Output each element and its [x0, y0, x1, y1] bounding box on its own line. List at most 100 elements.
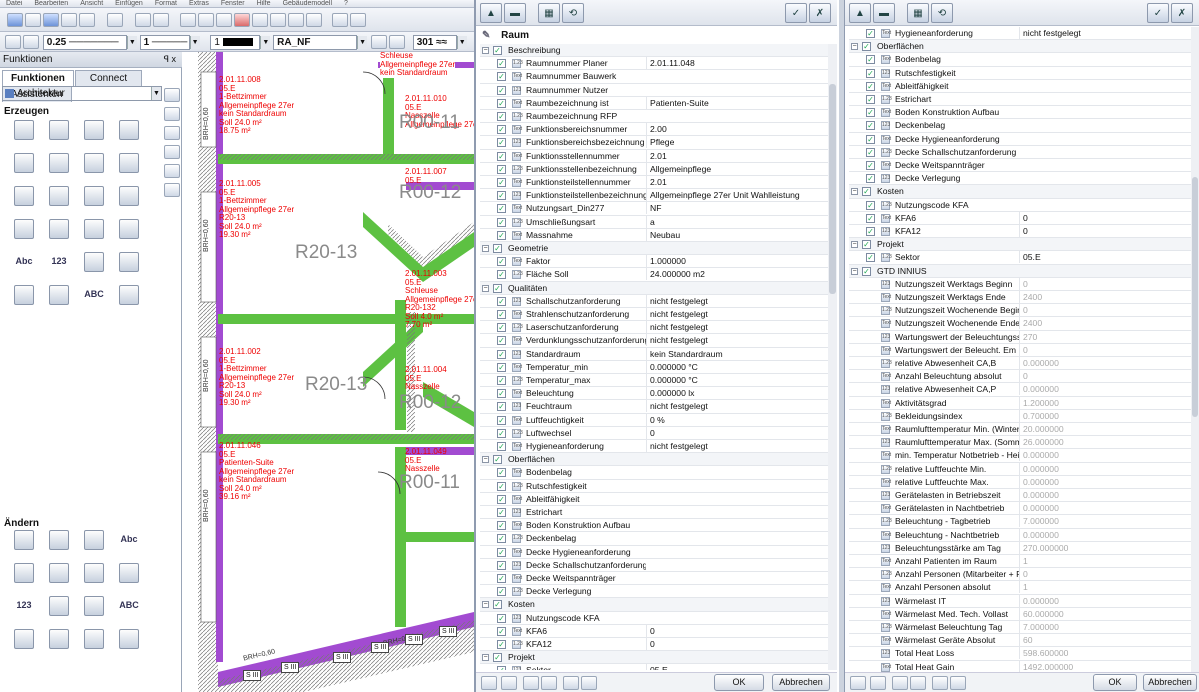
- property-checkbox[interactable]: ✓: [497, 442, 506, 451]
- collapse-toggle-icon[interactable]: −: [851, 267, 858, 275]
- property-row[interactable]: Text Gerätelasten in Nachtbetrieb 0.000000: [849, 502, 1191, 516]
- property-checkbox[interactable]: ✓: [497, 85, 506, 95]
- cancel-button[interactable]: Abbrechen: [772, 674, 830, 691]
- property-row[interactable]: ✓ Text Raumbezeichnung ist Patienten-Suite: [480, 96, 828, 110]
- minus-icon[interactable]: ▬: [873, 3, 895, 23]
- property-value[interactable]: nicht festgelegt: [1019, 27, 1191, 39]
- property-row[interactable]: ✓ Text Verdunklungsschutzanforderung nicht …: [480, 334, 828, 348]
- property-value[interactable]: 0: [1019, 304, 1191, 317]
- property-row[interactable]: 123 Wartungswert der Beleuchtungsstä 270: [849, 330, 1191, 344]
- tool-text-icon[interactable]: Abc: [119, 530, 139, 550]
- property-row[interactable]: ✓ Text KFA6 0: [849, 211, 1191, 225]
- tool-icon[interactable]: [119, 120, 139, 140]
- property-row[interactable]: 1.23 Bekleidungsindex 0.700000: [849, 409, 1191, 423]
- uncheck-icon[interactable]: ✗: [809, 3, 831, 23]
- collapse-toggle-icon[interactable]: −: [482, 47, 489, 54]
- pen-icon[interactable]: [5, 35, 21, 49]
- property-value[interactable]: 2.01: [646, 176, 828, 188]
- copy-icon[interactable]: [198, 13, 215, 27]
- group-checkbox[interactable]: ✓: [493, 600, 502, 610]
- property-value[interactable]: Pflege: [646, 136, 828, 149]
- floor-plan-canvas[interactable]: Schleuse Allgemeinpflege 27er kein Standar…: [183, 52, 474, 692]
- group-checkbox[interactable]: ✓: [493, 283, 502, 293]
- property-checkbox[interactable]: ✓: [497, 389, 506, 399]
- property-group[interactable]: − ✓ Projekt: [849, 238, 1191, 252]
- arrow-up-icon[interactable]: ▲: [849, 3, 871, 23]
- property-checkbox[interactable]: ✓: [866, 174, 875, 184]
- property-value[interactable]: 0.700000: [1019, 409, 1191, 422]
- property-row[interactable]: ✓ 1.23 KFA12 0: [480, 638, 828, 652]
- layer2-icon[interactable]: [270, 13, 287, 27]
- property-checkbox[interactable]: ✓: [497, 613, 506, 623]
- paste-icon[interactable]: [216, 13, 233, 27]
- tool-icon[interactable]: [119, 629, 139, 649]
- property-row[interactable]: ✓ 1.23 Nutzungscode KFA: [849, 199, 1191, 212]
- property-row[interactable]: Text Raumlufttemperatur Min. (Winter) 20.0…: [849, 423, 1191, 437]
- tool-icon[interactable]: [49, 219, 69, 239]
- settings-icon[interactable]: [481, 676, 497, 690]
- move-down2-icon[interactable]: [581, 676, 597, 690]
- property-value[interactable]: Allgemeinpflege: [646, 162, 828, 175]
- property-value[interactable]: 0: [646, 426, 828, 439]
- property-checkbox[interactable]: ✓: [497, 468, 506, 478]
- grid-icon[interactable]: ▦: [907, 3, 929, 23]
- property-row[interactable]: 123 Total Heat Loss 598.600000: [849, 647, 1191, 661]
- property-row[interactable]: ✓ 123 KFA12 0: [849, 225, 1191, 239]
- tool-icon[interactable]: [49, 120, 69, 140]
- property-checkbox[interactable]: ✓: [497, 415, 506, 425]
- line-type-select[interactable]: 1 ─────: [139, 34, 190, 50]
- property-value[interactable]: 270.000000: [1019, 541, 1191, 554]
- open-icon[interactable]: [25, 13, 41, 27]
- property-row[interactable]: Text Anzahl Personen absolut 1: [849, 581, 1191, 595]
- property-checkbox[interactable]: ✓: [497, 560, 506, 570]
- tool-icon[interactable]: [84, 252, 104, 272]
- tool-icon[interactable]: [49, 563, 69, 583]
- property-row[interactable]: ✓ 123 Standardraum kein Standardraum: [480, 347, 828, 361]
- group-checkbox[interactable]: ✓: [862, 240, 871, 250]
- settings-icon[interactable]: [850, 676, 866, 690]
- tool-icon[interactable]: [119, 563, 139, 583]
- property-row[interactable]: ✓ 123 Nutzungscode KFA: [480, 612, 828, 625]
- arrow-up-icon[interactable]: ▲: [480, 3, 502, 23]
- chevron-down-icon[interactable]: ▼: [456, 35, 467, 49]
- color-select[interactable]: 1: [210, 34, 261, 50]
- property-value[interactable]: 1.000000: [646, 255, 828, 268]
- property-group[interactable]: − ✓ Oberflächen: [849, 40, 1191, 54]
- property-value[interactable]: nicht festgelegt: [646, 321, 828, 334]
- property-row[interactable]: 1.23 relative Luftfeuchte Min. 0.000000: [849, 462, 1191, 476]
- property-checkbox[interactable]: ✓: [497, 138, 506, 148]
- property-row[interactable]: ✓ Text Funktionsteilstellennummer 2.01: [480, 176, 828, 190]
- module-select[interactable]: Architektur ▼: [2, 86, 162, 101]
- collapse-toggle-icon[interactable]: −: [851, 241, 858, 249]
- layer-icon[interactable]: [252, 13, 269, 27]
- menu-item[interactable]: Extras: [189, 0, 209, 7]
- property-row[interactable]: ✓ Text Decke Hygieneanforderung: [849, 133, 1191, 146]
- property-row[interactable]: ✓ 123 Schallschutzanforderung nicht festgel…: [480, 294, 828, 308]
- room-label[interactable]: 2.01.11.008 05.E 1-Bettzimmer Allgemeinpfle…: [219, 75, 294, 136]
- property-row[interactable]: ✓ Text KFA6 0: [480, 624, 828, 638]
- settings2-icon[interactable]: [870, 676, 886, 690]
- group-checkbox[interactable]: ✓: [862, 187, 871, 197]
- property-checkbox[interactable]: ✓: [497, 494, 506, 504]
- property-checkbox[interactable]: ✓: [497, 547, 506, 557]
- chevron-down-icon[interactable]: ▼: [357, 35, 368, 49]
- undo-icon[interactable]: [134, 13, 151, 27]
- property-value[interactable]: NF: [646, 202, 828, 215]
- property-row[interactable]: ✓ Text Raumnummer Bauwerk: [480, 70, 828, 84]
- property-row[interactable]: ✓ 1.23 Laserschutzanforderung nicht festgel…: [480, 321, 828, 335]
- property-value[interactable]: 0.000000: [1019, 502, 1191, 515]
- property-checkbox[interactable]: ✓: [866, 55, 875, 65]
- grid-icon[interactable]: ▦: [538, 3, 560, 23]
- property-row[interactable]: ✓ 1.23 Decke Verlegung: [480, 585, 828, 599]
- tool-icon[interactable]: [14, 629, 34, 649]
- property-row[interactable]: 123 Gerätelasten in Betriebszeit 0.000000: [849, 489, 1191, 503]
- property-row[interactable]: ✓ 1.23 Deckenbelag: [480, 532, 828, 546]
- tool-icon[interactable]: [119, 285, 139, 305]
- property-value[interactable]: 0: [1019, 225, 1191, 237]
- move-up2-icon[interactable]: [563, 676, 579, 690]
- property-value[interactable]: 0.000000: [1019, 449, 1191, 462]
- property-value[interactable]: 0 %: [646, 413, 828, 426]
- property-row[interactable]: ✓ Text Hygieneanforderung nicht festgelegt: [480, 440, 828, 454]
- property-group[interactable]: − ✓ Oberflächen: [480, 453, 828, 467]
- room-label[interactable]: 2.01.11.003 05.E Schleuse Allgemeinpflege 2…: [405, 269, 474, 330]
